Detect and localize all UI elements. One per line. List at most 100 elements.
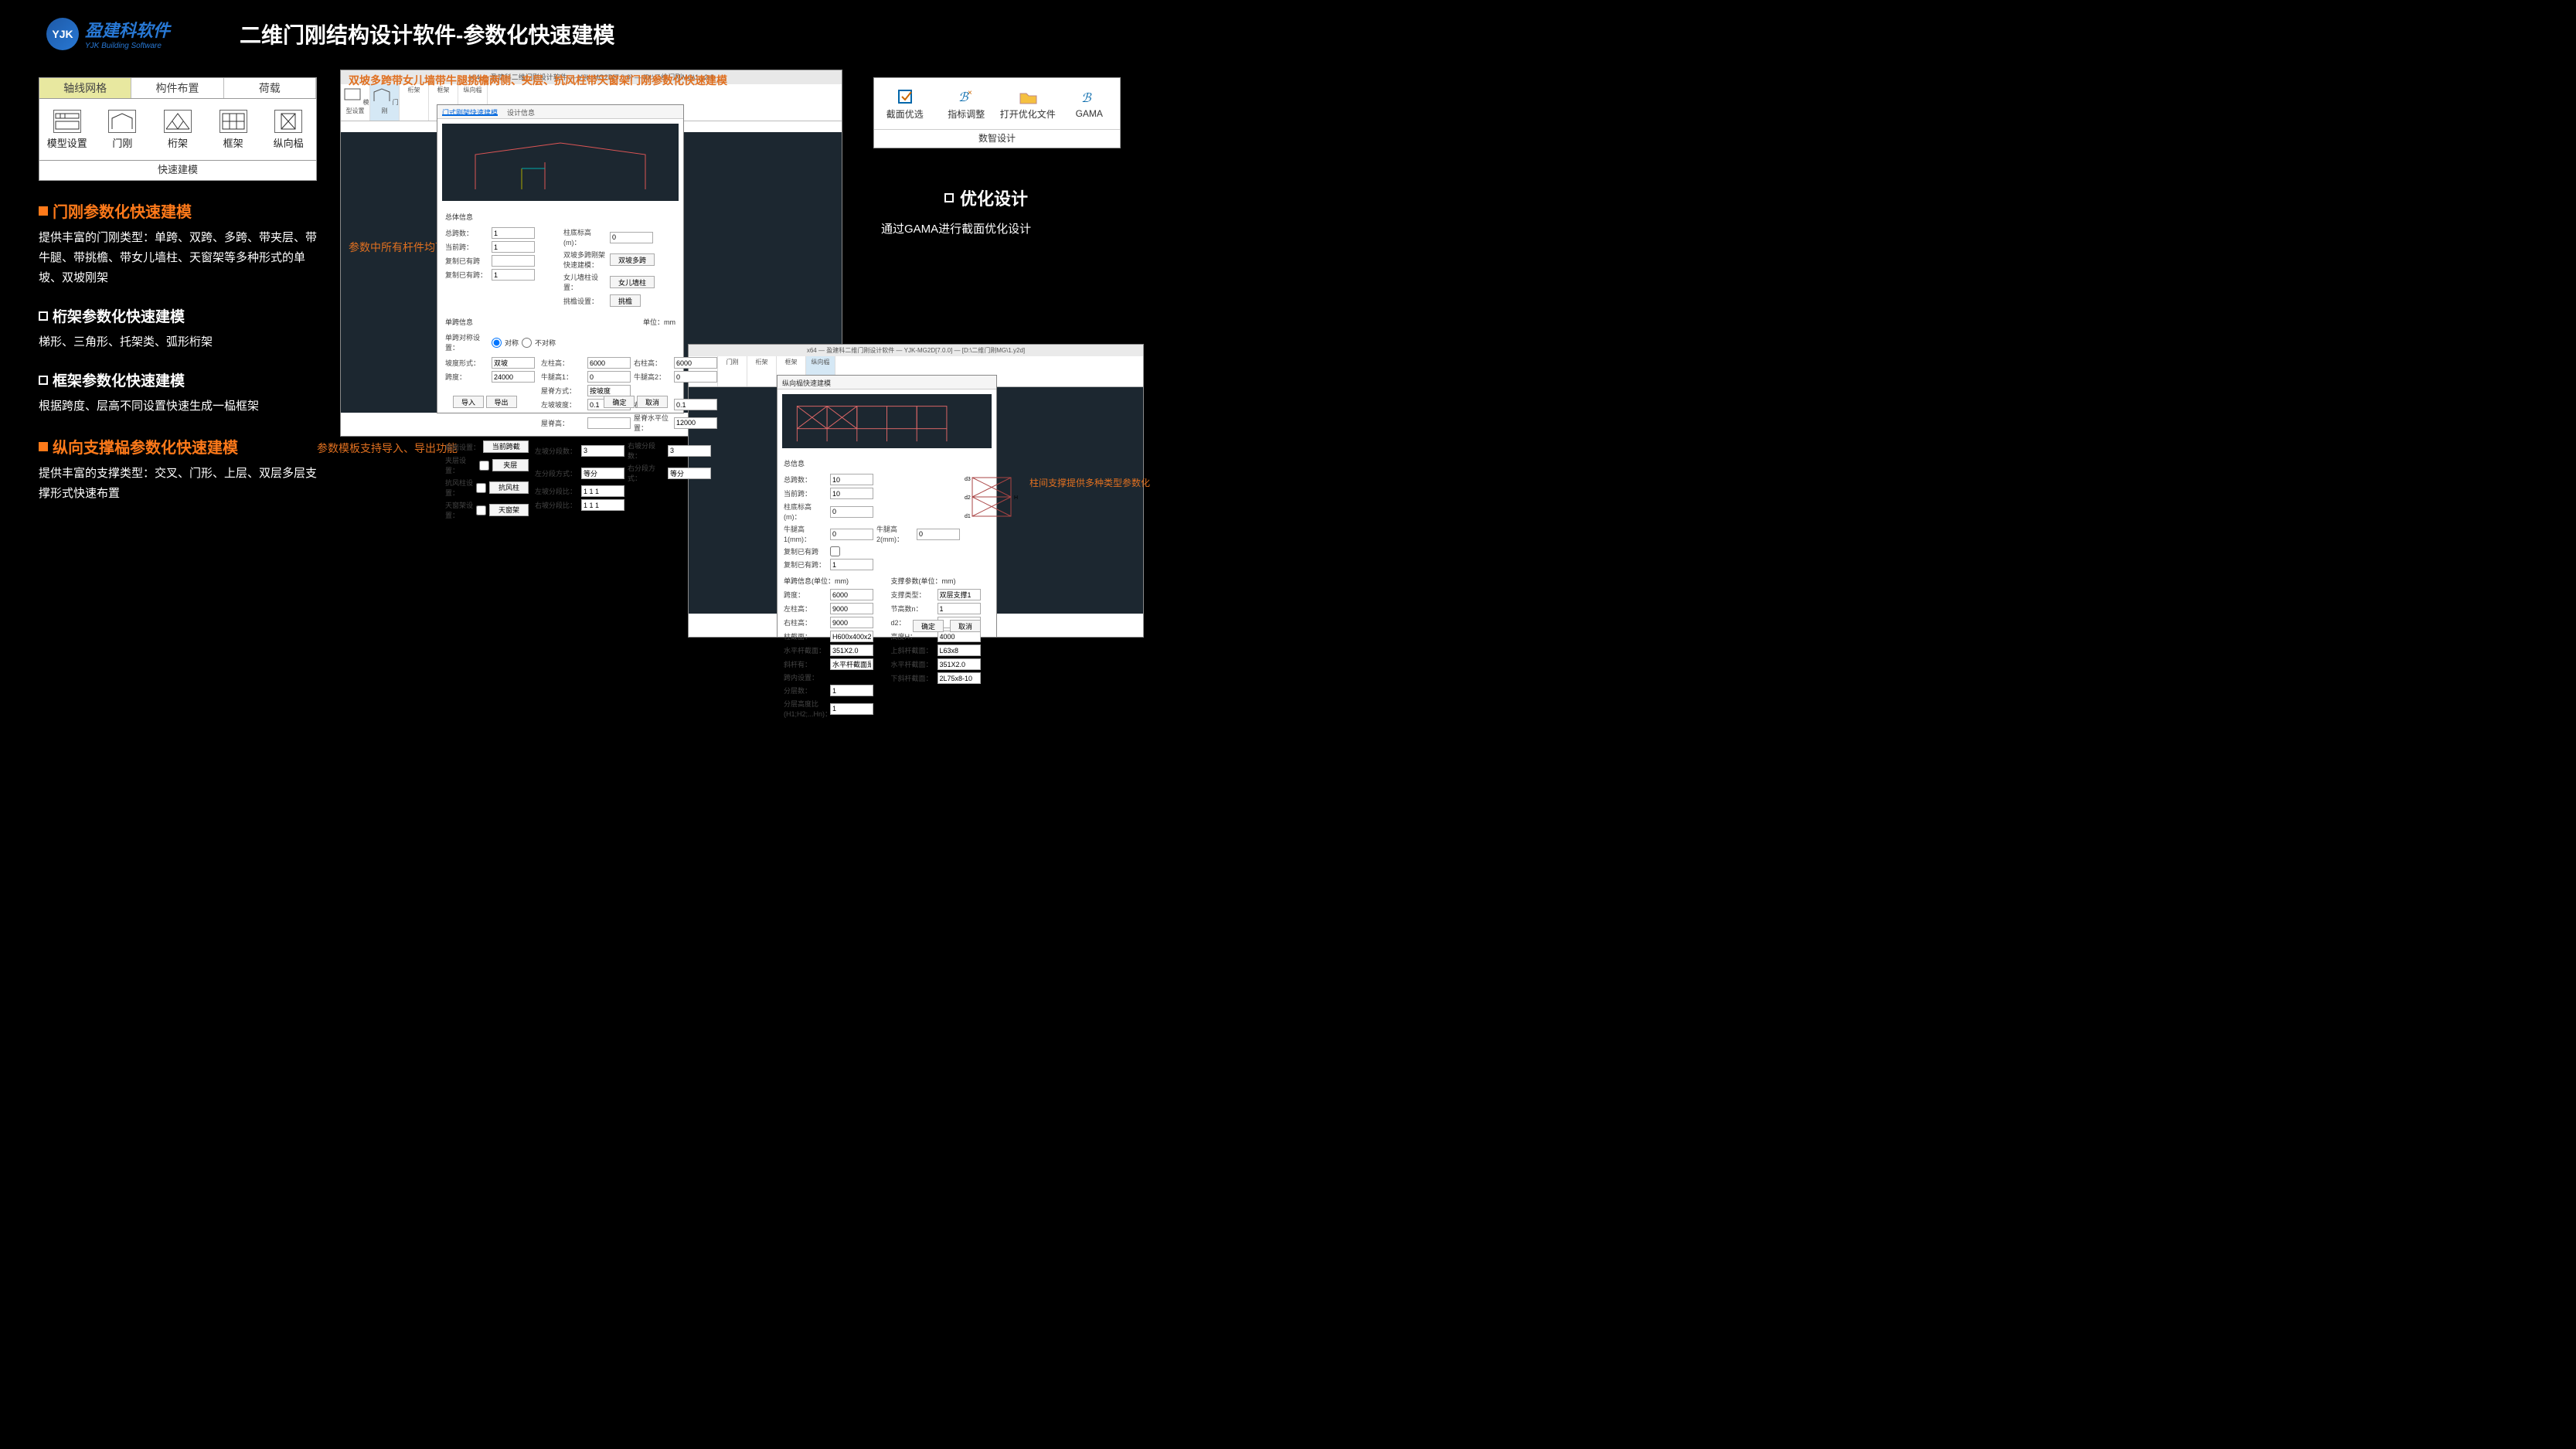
param-input[interactable] [610, 232, 653, 243]
param-input[interactable] [587, 357, 631, 369]
param-input[interactable] [581, 468, 624, 479]
section-body: 梯形、三角形、托架类、弧形桁架 [39, 332, 317, 352]
section-body: 提供丰富的门刚类型：单跨、双跨、多跨、带夹层、带牛腿、带挑檐、带女儿墙柱、天窗架… [39, 228, 317, 288]
param-input[interactable] [830, 559, 873, 570]
rib-index-adj[interactable]: ℬ×指标调整 [936, 78, 998, 129]
param-input[interactable] [587, 371, 631, 383]
svg-text:d3: d3 [965, 477, 971, 482]
param-input[interactable] [830, 603, 873, 614]
param-input[interactable] [492, 269, 535, 281]
param-input[interactable] [581, 499, 624, 511]
param-input[interactable] [938, 589, 981, 600]
icon-model-set[interactable]: 模型设置 [39, 99, 95, 160]
param-input[interactable] [492, 227, 535, 239]
right-ribbon: 截面优选 ℬ×指标调整 打开优化文件 ℬGAMA 数智设计 [873, 77, 1121, 148]
right-heading: 优化设计 [944, 185, 1028, 210]
tab-member[interactable]: 构件布置 [131, 78, 223, 98]
tab-load[interactable]: 荷载 [224, 78, 316, 98]
param-input[interactable] [830, 506, 873, 518]
param-input[interactable] [938, 603, 981, 614]
logo-brand: 盈建科软件 [85, 17, 170, 42]
param-input[interactable] [830, 488, 873, 499]
btn-ok[interactable]: 确定 [604, 396, 635, 408]
s2-titlebar: x64 — 盈建科二维门刚设计软件 — YJK-MG2D[7.0.0] — [D… [689, 345, 1143, 356]
param-btn[interactable]: 女儿墙柱 [610, 276, 655, 288]
dlg2-preview [782, 394, 992, 448]
svg-text:×: × [968, 89, 972, 97]
icon-portal[interactable]: 门刚 [95, 99, 151, 160]
tab-axis[interactable]: 轴线网格 [39, 78, 131, 98]
section-heading: 框架参数化快速建模 [39, 369, 317, 390]
logo-sub: YJK Building Software [85, 42, 170, 50]
section-heading: 门刚参数化快速建模 [39, 199, 317, 222]
svg-text:ℬ: ℬ [1081, 92, 1092, 105]
dialog-portal-fastmodel: 门式刚架快速建模 设计信息 总体信息 总跨数：当前跨：复制已有跨复制已有跨： 柱… [437, 104, 684, 413]
param-input[interactable] [492, 255, 535, 267]
btn-import[interactable]: 导入 [453, 396, 484, 408]
param-input[interactable] [830, 589, 873, 600]
svg-text:d1: d1 [965, 514, 971, 519]
radio-asym[interactable] [522, 338, 532, 348]
section-heading: 纵向支撑榀参数化快速建模 [39, 435, 317, 457]
dlg1-tab1[interactable]: 门式刚架快速建模 [442, 107, 498, 116]
rib-open-opt[interactable]: 打开优化文件 [997, 78, 1059, 129]
param-input[interactable] [587, 417, 631, 429]
param-btn[interactable]: 双坡多跨 [610, 253, 655, 266]
rib-gama[interactable]: ℬGAMA [1059, 78, 1121, 129]
param-input[interactable] [830, 474, 873, 485]
page-title: 二维门刚结构设计软件-参数化快速建模 [240, 19, 614, 49]
param-btn[interactable]: 挑檐 [610, 294, 641, 307]
icon-truss[interactable]: 桁架 [150, 99, 206, 160]
param-input[interactable] [830, 685, 873, 696]
param-input[interactable] [492, 357, 535, 369]
param-input[interactable] [830, 703, 873, 715]
annotation-3: 参数模板支持导入、导出功能 [317, 440, 458, 456]
btn-cancel[interactable]: 取消 [637, 396, 668, 408]
grp-unit: 单位：mm [643, 317, 675, 327]
d2-grp3: 支撑参数(单位：mm) [891, 576, 991, 586]
param-input[interactable] [938, 645, 981, 656]
section-body: 根据跨度、层高不同设置快速生成一榀框架 [39, 396, 317, 417]
param-input[interactable] [581, 445, 624, 457]
d2-grp1: 总信息 [784, 458, 990, 468]
icon-frame[interactable]: 框架 [206, 99, 261, 160]
section-body: 提供丰富的支撑类型：交叉、门形、上层、双层多层支撑形式快速布置 [39, 464, 317, 504]
rb-truss[interactable]: 桁架 [400, 84, 429, 121]
grp-total: 总体信息 [445, 212, 675, 222]
param-input[interactable] [938, 672, 981, 684]
d2-ok[interactable]: 确定 [913, 620, 944, 632]
param-input[interactable] [581, 485, 624, 497]
param-input[interactable] [830, 645, 873, 656]
rib-group: 数智设计 [874, 129, 1120, 148]
d2-cancel[interactable]: 取消 [950, 620, 981, 632]
param-input[interactable] [830, 658, 873, 670]
annotation-1: 双坡多跨带女儿墙带牛腿挑檐两侧、夹层、抗风柱带天窗架门刚参数化快速建模 [349, 73, 727, 88]
dlg1-tab2[interactable]: 设计信息 [507, 107, 535, 116]
bottom-label: 快速建模 [39, 161, 317, 181]
param-input[interactable] [938, 631, 981, 642]
param-input[interactable] [492, 241, 535, 253]
rib-section-opt[interactable]: 截面优选 [874, 78, 936, 129]
right-para: 通过GAMA进行截面优化设计 [881, 220, 1082, 236]
dlg2-title: 纵向榀快速建模 [782, 378, 831, 386]
dlg1-preview [442, 124, 679, 201]
tabbar: 轴线网格 构件布置 荷载 [39, 77, 317, 99]
d2-grp2: 单跨信息(单位：mm) [784, 576, 883, 586]
btn-export[interactable]: 导出 [486, 396, 517, 408]
grp-span: 单跨信息 [445, 317, 473, 327]
radio-sym[interactable] [492, 338, 502, 348]
param-input[interactable] [938, 658, 981, 670]
param-input[interactable] [492, 371, 535, 383]
svg-text:H: H [1014, 495, 1018, 501]
param-input[interactable] [830, 631, 873, 642]
logo: YJK 盈建科软件 YJK Building Software [46, 17, 170, 50]
icon-longitudinal[interactable]: 纵向榀 [260, 99, 316, 160]
rb-portal[interactable]: 门刚 [370, 84, 400, 121]
section-heading: 桁架参数化快速建模 [39, 305, 317, 326]
svg-text:d2: d2 [965, 495, 971, 501]
rb-model[interactable]: 模型设置 [341, 84, 370, 121]
param-input[interactable] [587, 385, 631, 396]
annotation-4: 柱间支撑提供多种类型参数化 [1029, 476, 1150, 489]
logo-icon: YJK [46, 18, 79, 50]
param-input[interactable] [830, 529, 873, 540]
